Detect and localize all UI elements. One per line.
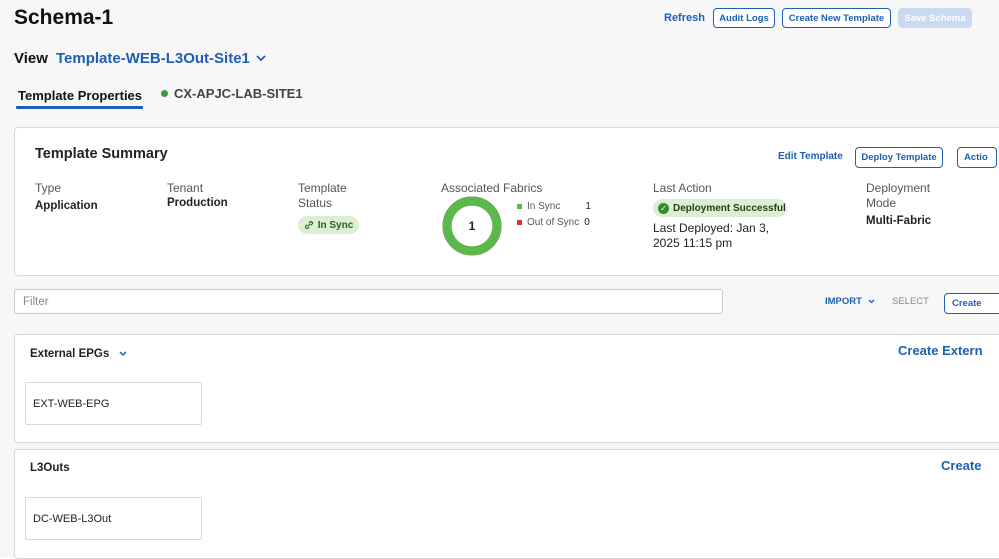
legend-out-of-sync-label: Out of Sync [527,217,580,228]
deployment-status-badge: ✓ Deployment Successful [653,199,787,217]
last-action-label: Last Action [653,181,712,195]
legend-out-of-sync-count: 0 [584,217,590,228]
audit-logs-button[interactable]: Audit Logs [713,8,775,28]
template-summary-title: Template Summary [35,146,168,162]
view-label: View [14,50,48,67]
external-epg-item[interactable]: EXT-WEB-EPG [25,382,202,425]
template-selector[interactable]: Template-WEB-L3Out-Site1 [56,50,266,67]
save-schema-button[interactable]: Save Schema [898,8,972,28]
out-of-sync-swatch [517,220,522,225]
legend-in-sync-count: 1 [585,201,591,212]
actions-button[interactable]: Actio [957,147,997,168]
fabrics-donut-chart: 1 [442,196,502,256]
import-label: IMPORT [825,296,862,307]
deployment-mode-label-line1: Deployment [866,181,931,195]
type-label: Type [35,181,62,195]
tab-site-label: CX-APJC-LAB-SITE1 [174,86,303,101]
l3outs-title: L3Outs [30,462,70,474]
tenant-value: Production [167,197,228,209]
template-status-label-line1: Template [298,181,347,195]
tenant-label: Tenant [167,181,204,195]
page-title: Schema-1 [14,6,114,29]
link-icon [304,221,313,229]
site-status-dot [161,90,168,97]
selected-template: Template-WEB-L3Out-Site1 [56,50,250,67]
legend-out-of-sync: Out of Sync 0 [517,217,590,228]
create-new-template-button[interactable]: Create New Template [782,8,891,28]
last-deployed-line1: Last Deployed: Jan 3, [653,221,770,235]
chevron-down-icon [119,351,127,357]
template-status-label: Template Status [298,181,347,211]
tab-site[interactable]: CX-APJC-LAB-SITE1 [161,86,303,101]
refresh-button[interactable]: Refresh [664,12,705,24]
in-sync-swatch [517,204,522,209]
deployment-mode-label: Deployment Mode [866,181,930,211]
deploy-template-button[interactable]: Deploy Template [855,147,943,168]
edit-template-button[interactable]: Edit Template [778,151,843,162]
deployment-status-text: Deployment Successful [673,202,786,214]
deployment-mode-label-line2: Mode [866,196,897,210]
external-epgs-title: External EPGs [30,348,110,360]
legend-in-sync-label: In Sync [527,201,561,212]
check-circle-icon: ✓ [658,202,669,214]
create-button[interactable]: Create [944,293,999,314]
deployment-mode-value: Multi-Fabric [866,215,932,227]
filter-input[interactable] [14,289,723,314]
create-external-epg-link[interactable]: Create Extern [898,343,983,358]
select-button[interactable]: SELECT [892,296,929,307]
donut-count: 1 [469,219,476,233]
l3out-item[interactable]: DC-WEB-L3Out [25,497,202,540]
template-status-label-line2: Status [298,196,333,210]
create-l3out-link[interactable]: Create [941,458,981,473]
template-status-text: In Sync [317,219,354,231]
associated-fabrics-label: Associated Fabrics [441,181,543,195]
last-deployed: Last Deployed: Jan 3, 2025 11:15 pm [653,221,793,251]
external-epgs-header[interactable]: External EPGs [30,348,127,360]
chevron-down-icon [868,299,875,304]
chevron-down-icon [256,55,266,62]
legend-in-sync: In Sync 1 [517,201,591,212]
last-deployed-line2: 2025 11:15 pm [653,236,733,250]
active-tab-indicator [16,106,143,109]
tab-template-properties[interactable]: Template Properties [18,88,142,103]
import-dropdown[interactable]: IMPORT [825,296,875,307]
type-value: Application [35,200,98,212]
template-status-badge: In Sync [298,216,359,234]
